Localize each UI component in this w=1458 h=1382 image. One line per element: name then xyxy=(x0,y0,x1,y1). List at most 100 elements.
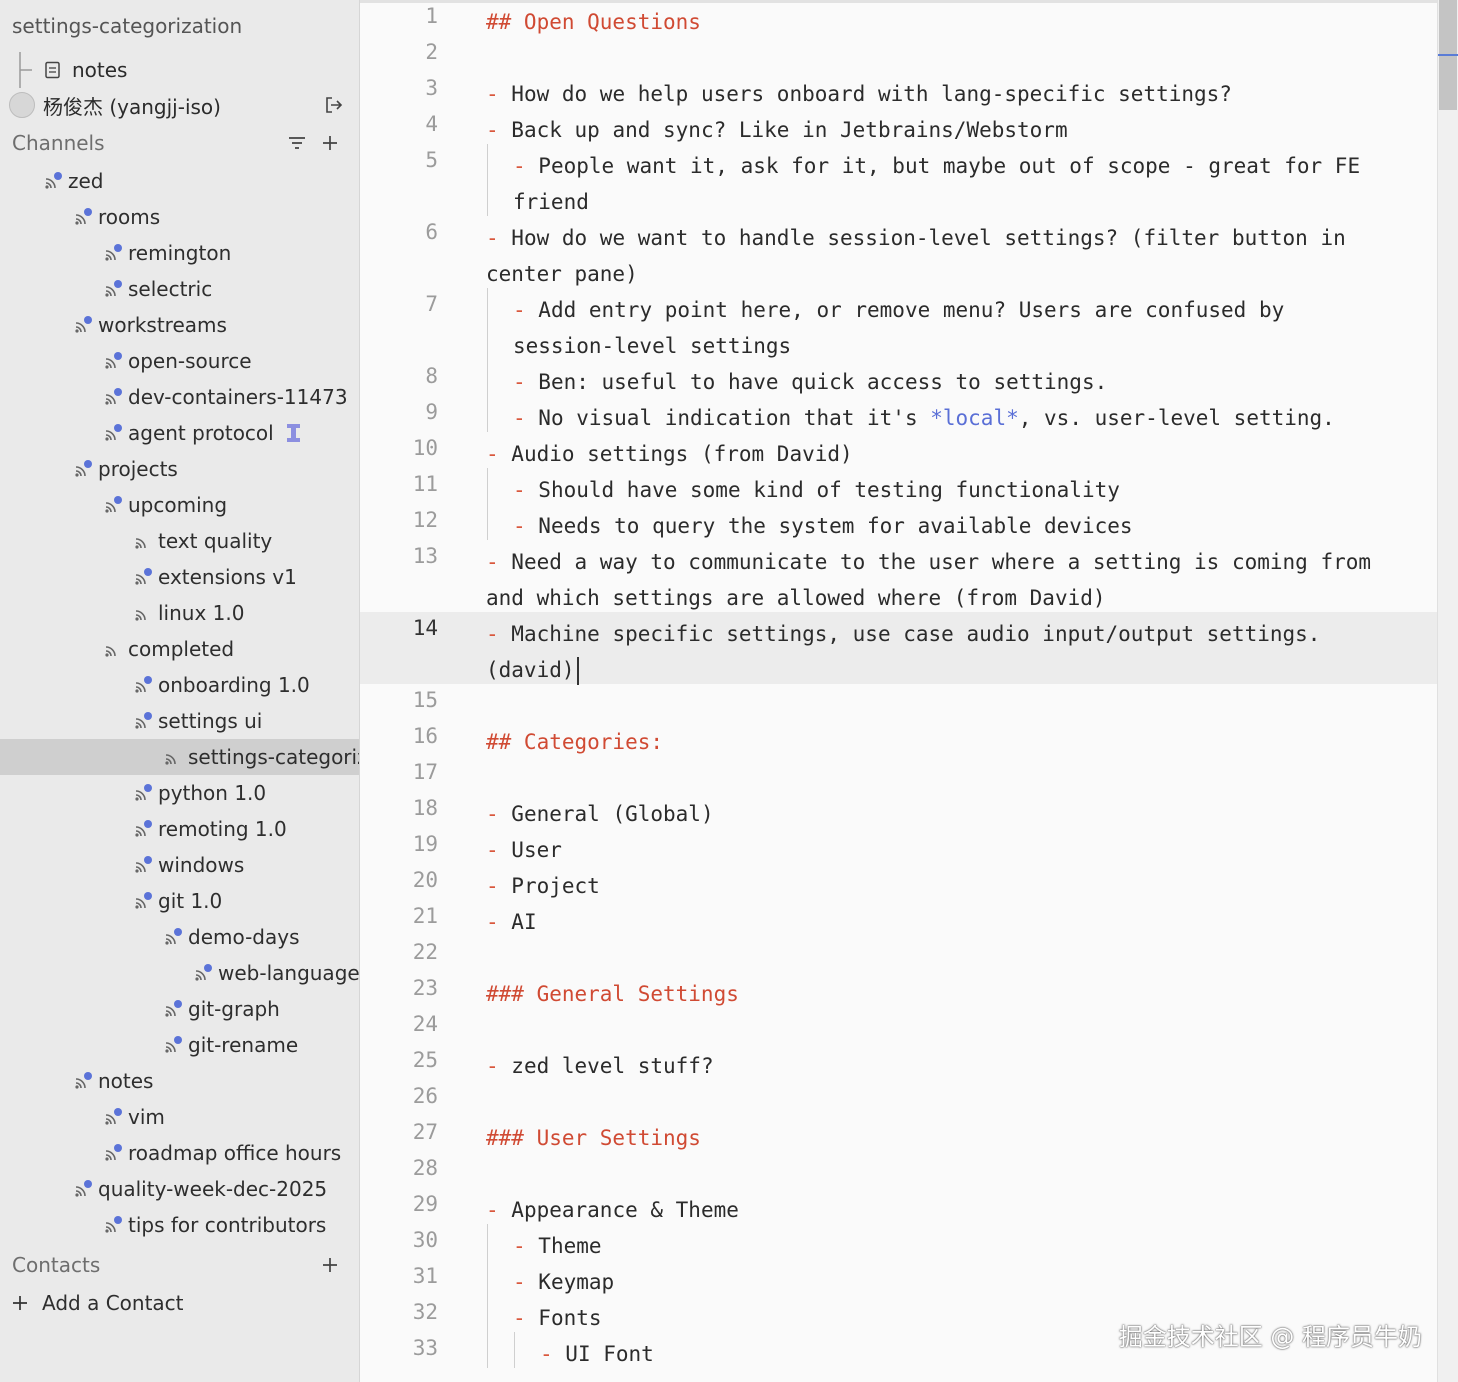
editor-line[interactable]: 24 xyxy=(360,1008,1438,1044)
code-text[interactable]: - How do we want to handle session-level… xyxy=(486,220,1384,292)
code-text[interactable]: - How do we help users onboard with lang… xyxy=(486,76,1384,112)
code-text[interactable]: - Need a way to communicate to the user … xyxy=(486,544,1384,616)
participant-row[interactable]: 杨俊杰 (yangjj-iso) xyxy=(0,87,359,123)
editor-line[interactable]: 27 ### User Settings xyxy=(360,1116,1438,1152)
code-text[interactable]: - Should have some kind of testing funct… xyxy=(513,472,1384,508)
editor-line[interactable]: 12 - Needs to query the system for availa… xyxy=(360,504,1438,540)
channel-row[interactable]: git 1.0 xyxy=(0,883,359,919)
editor-line[interactable]: 11 - Should have some kind of testing fun… xyxy=(360,468,1438,504)
channel-row[interactable]: settings ui xyxy=(0,703,359,739)
channel-row[interactable]: git-graph xyxy=(0,991,359,1027)
editor-line[interactable]: 5 - People want it, ask for it, but maybe… xyxy=(360,144,1438,216)
editor-line[interactable]: 26 xyxy=(360,1080,1438,1116)
editor-line[interactable]: 31 - Keymap xyxy=(360,1260,1438,1296)
code-text[interactable]: - No visual indication that it's *local*… xyxy=(513,400,1384,436)
channel-row[interactable]: zed xyxy=(0,163,359,199)
editor-line[interactable]: 2 xyxy=(360,36,1438,72)
filter-icon[interactable] xyxy=(283,125,311,161)
code-text[interactable]: - Add entry point here, or remove menu? … xyxy=(513,292,1384,364)
sign-out-icon[interactable] xyxy=(323,94,345,116)
channel-row[interactable]: remoting 1.0 xyxy=(0,811,359,847)
channel-row[interactable]: remington xyxy=(0,235,359,271)
code-text[interactable]: ## Categories: xyxy=(486,724,1384,760)
channel-row[interactable]: python 1.0 xyxy=(0,775,359,811)
channel-row[interactable]: notes xyxy=(0,1063,359,1099)
code-text[interactable]: - Back up and sync? Like in Jetbrains/We… xyxy=(486,112,1384,148)
channel-row[interactable]: web-languages xyxy=(0,955,359,991)
editor-line[interactable]: 15 xyxy=(360,684,1438,720)
channel-row[interactable]: vim xyxy=(0,1099,359,1135)
channel-row[interactable]: windows xyxy=(0,847,359,883)
editor-line[interactable]: 21 - AI xyxy=(360,900,1438,936)
editor-line[interactable]: 7 - Add entry point here, or remove menu?… xyxy=(360,288,1438,360)
text-run: How do we want to handle session-level s… xyxy=(486,226,1359,286)
code-text[interactable]: ## Open Questions xyxy=(486,4,1384,40)
editor-line[interactable]: 8 - Ben: useful to have quick access to s… xyxy=(360,360,1438,396)
editor-pane[interactable]: 1 ## Open Questions 2 3- How do we help use… xyxy=(360,0,1458,1382)
channel-row[interactable]: settings-categorization xyxy=(0,739,359,775)
channel-row[interactable]: dev-containers-11473 xyxy=(0,379,359,415)
code-text[interactable]: - General (Global) xyxy=(486,796,1384,832)
participant-name: 杨俊杰 (yangjj-iso) xyxy=(43,94,221,119)
editor-line[interactable]: 20 - Project xyxy=(360,864,1438,900)
channel-row[interactable]: selectric xyxy=(0,271,359,307)
code-text[interactable]: - Keymap xyxy=(513,1264,1384,1300)
editor-line[interactable]: 3 - How do we help users onboard with lan… xyxy=(360,72,1438,108)
channel-row[interactable]: extensions v1 xyxy=(0,559,359,595)
channel-row[interactable]: projects xyxy=(0,451,359,487)
code-text[interactable]: - Audio settings (from David) xyxy=(486,436,1384,472)
add-channel-button[interactable] xyxy=(316,125,344,161)
channel-row[interactable]: roadmap office hours xyxy=(0,1135,359,1171)
code-text[interactable]: - Machine specific settings, use case au… xyxy=(486,616,1384,688)
code-text[interactable]: ### User Settings xyxy=(486,1120,1384,1156)
code-text[interactable]: ### General Settings xyxy=(486,976,1384,1012)
editor-line[interactable]: 25 - zed level stuff? xyxy=(360,1044,1438,1080)
editor-line[interactable]: 13 - Need a way to communicate to the use… xyxy=(360,540,1438,612)
editor-line[interactable]: 14 - Machine specific settings, use case … xyxy=(360,612,1438,685)
channel-row[interactable]: quality-week-dec-2025 xyxy=(0,1171,359,1207)
editor-line[interactable]: 17 xyxy=(360,756,1438,792)
channel-row[interactable]: completed xyxy=(0,631,359,667)
code-text[interactable]: - Theme xyxy=(513,1228,1384,1264)
channel-notes-link[interactable]: notes xyxy=(0,52,127,88)
text-cursor xyxy=(576,657,579,685)
code-text[interactable]: - Needs to query the system for availabl… xyxy=(513,508,1384,544)
channel-row[interactable]: rooms xyxy=(0,199,359,235)
code-text[interactable]: - Appearance & Theme xyxy=(486,1192,1384,1228)
editor-line[interactable]: 18 - General (Global) xyxy=(360,792,1438,828)
channel-row[interactable]: upcoming xyxy=(0,487,359,523)
line-number: 5 xyxy=(425,148,438,172)
code-text[interactable]: - AI xyxy=(486,904,1384,940)
editor-line[interactable]: 10 - Audio settings (from David) xyxy=(360,432,1438,468)
text-run: User xyxy=(511,838,562,862)
editor-line[interactable]: 29 - Appearance & Theme xyxy=(360,1188,1438,1224)
channel-row[interactable]: onboarding 1.0 xyxy=(0,667,359,703)
channel-row[interactable]: open-source xyxy=(0,343,359,379)
channel-row[interactable]: tips for contributors xyxy=(0,1207,359,1243)
channel-row[interactable]: git-rename xyxy=(0,1027,359,1063)
editor-line[interactable]: 28 xyxy=(360,1152,1438,1188)
editor-line[interactable]: 16 ## Categories: xyxy=(360,720,1438,756)
editor-line[interactable]: 22 xyxy=(360,936,1438,972)
editor-line[interactable]: 9 - No visual indication that it's *local… xyxy=(360,396,1438,432)
code-text[interactable]: - People want it, ask for it, but maybe … xyxy=(513,148,1384,220)
channel-row[interactable]: linux 1.0 xyxy=(0,595,359,631)
editor-line[interactable]: 30 - Theme xyxy=(360,1224,1438,1260)
channel-row[interactable]: demo-days xyxy=(0,919,359,955)
code-text[interactable]: - Project xyxy=(486,868,1384,904)
channel-row[interactable]: agent protocol xyxy=(0,415,359,451)
editor-line[interactable]: 6 - How do we want to handle session-leve… xyxy=(360,216,1438,288)
editor-line[interactable]: 1 ## Open Questions xyxy=(360,0,1438,36)
add-contact-icon-button[interactable] xyxy=(316,1247,344,1283)
channel-row[interactable]: text quality xyxy=(0,523,359,559)
list-marker: - xyxy=(486,226,512,250)
code-text[interactable]: - User xyxy=(486,832,1384,868)
add-contact-button[interactable]: Add a Contact xyxy=(0,1285,359,1321)
editor-line[interactable]: 23 ### General Settings xyxy=(360,972,1438,1008)
code-text[interactable]: - zed level stuff? xyxy=(486,1048,1384,1084)
vertical-scrollbar[interactable] xyxy=(1437,0,1458,1382)
code-text[interactable]: - Ben: useful to have quick access to se… xyxy=(513,364,1384,400)
editor-line[interactable]: 4 - Back up and sync? Like in Jetbrains/W… xyxy=(360,108,1438,144)
editor-line[interactable]: 19 - User xyxy=(360,828,1438,864)
channel-row[interactable]: workstreams xyxy=(0,307,359,343)
